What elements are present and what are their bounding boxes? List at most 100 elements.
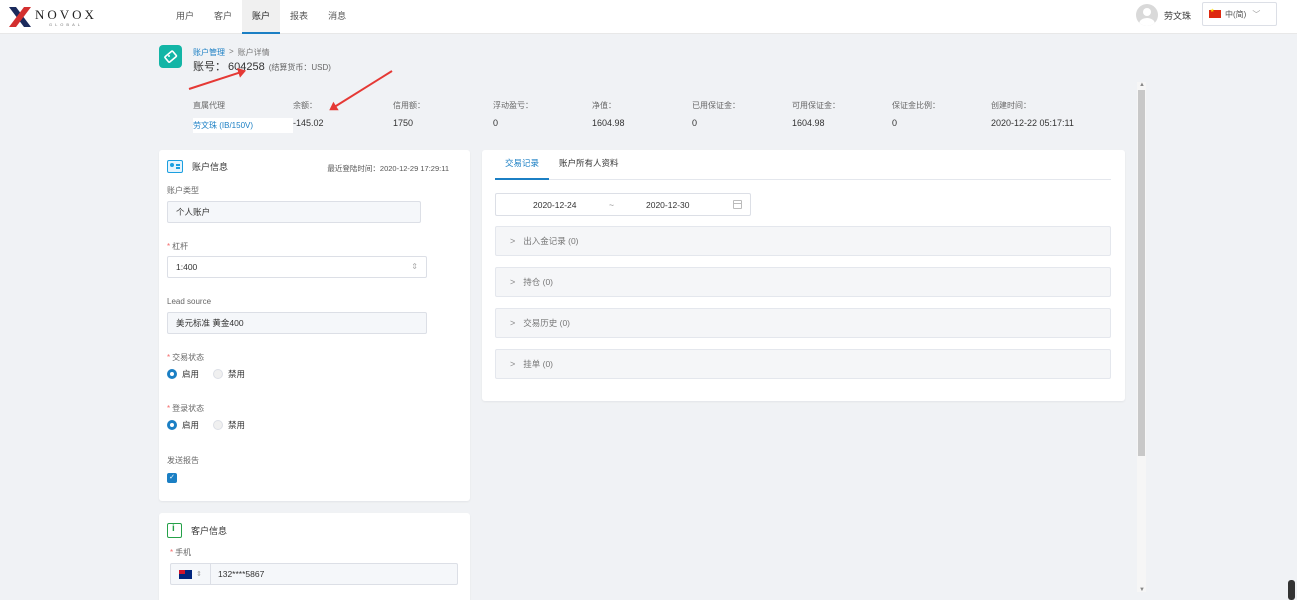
leverage-value: 1:400 [176, 262, 198, 272]
login-status-enable-label[interactable]: 启用 [182, 419, 199, 431]
avatar[interactable] [1136, 4, 1158, 26]
collapse-title: 持仓 (0) [523, 277, 554, 287]
chevron-right-icon: > [510, 359, 516, 369]
trade-status-label: * 交易状态 [167, 353, 205, 362]
stat-label-agent: 直属代理 [193, 101, 225, 110]
stat-value-margin-level: 0 [892, 118, 898, 128]
collapse-pending-orders[interactable]: > 挂单 (0) [495, 349, 1111, 379]
stat-label-used-margin: 已用保证金： [692, 101, 740, 110]
tab-account-owner-info[interactable]: 账户所有人资料 [549, 150, 629, 180]
trade-status-enable-label[interactable]: 启用 [182, 368, 199, 380]
collapse-title: 出入金记录 (0) [523, 236, 579, 246]
stat-label-free-margin: 可用保证金： [792, 101, 840, 110]
date-start[interactable]: 2020-12-24 [533, 200, 576, 210]
collapse-title: 挂单 (0) [523, 359, 554, 369]
stat-value-created: 2020-12-22 05:17:11 [991, 118, 1074, 128]
account-label: 账号： [193, 61, 226, 73]
stat-label-created: 创建时间： [991, 101, 1031, 110]
trade-status-disable-radio[interactable] [213, 369, 224, 379]
login-status-label: * 登录状态 [167, 404, 205, 413]
logo-subtext: GLOBAL [48, 21, 83, 27]
trade-status-radio-group: 启用 禁用 [167, 368, 259, 380]
currency-note: (结算货币：USD) [268, 63, 331, 72]
scroll-down-icon[interactable]: ▼ [1139, 587, 1145, 593]
language-label: 中(简) [1225, 9, 1247, 19]
language-select[interactable]: 中(简) ﹀ [1202, 2, 1277, 26]
records-panel: 交易记录 账户所有人资料 2020-12-24 ~ 2020-12-30 > 出… [482, 150, 1125, 401]
account-tag-icon [159, 45, 182, 68]
menu-item-accounts[interactable]: 账户 [242, 0, 281, 34]
chevron-right-icon: > [510, 236, 516, 246]
login-status-radio-group: 启用 禁用 [167, 419, 259, 431]
phone-label: * 手机 [170, 548, 192, 557]
user-name[interactable]: 劳文珠 [1164, 9, 1191, 22]
page-title: 账号： 604258 (结算货币：USD) [193, 58, 331, 74]
user-menu[interactable]: 劳文珠 [1136, 4, 1191, 26]
login-status-enable-radio[interactable] [167, 420, 177, 430]
annotation-arrow [330, 70, 393, 111]
stat-value-equity: 1604.98 [592, 118, 625, 128]
last-login-time: 最近登陆时间：2020-12-29 17:29:11 [327, 164, 449, 173]
trade-status-disable-label[interactable]: 禁用 [228, 368, 245, 380]
chevron-down-icon: ﹀ [1252, 9, 1261, 19]
main-menu: 用户 客户 账户 报表 消息 [166, 0, 356, 34]
trade-status-enable-radio[interactable] [167, 369, 177, 379]
menu-item-messages[interactable]: 消息 [318, 0, 356, 34]
calendar-icon[interactable] [733, 200, 742, 209]
date-separator: ~ [609, 199, 614, 210]
country-code-select[interactable]: ⇕ [171, 564, 211, 584]
account-info-panel: 账户信息 最近登陆时间：2020-12-29 17:29:11 账户类型 个人账… [159, 150, 470, 501]
send-report-checkbox[interactable]: ✓ [167, 473, 177, 483]
breadcrumb-separator: > [229, 47, 234, 56]
scroll-up-icon[interactable]: ▲ [1139, 82, 1145, 88]
australia-flag-icon [179, 569, 193, 579]
leverage-label: * 杠杆 [167, 242, 189, 251]
stat-value-credit: 1750 [393, 118, 414, 128]
breadcrumb-account-management[interactable]: 账户管理 [193, 47, 225, 58]
menu-item-clients[interactable]: 客户 [204, 0, 242, 34]
top-navbar: NOVOX GLOBAL 用户 客户 账户 报表 消息 劳文珠 中(简) ﹀ [0, 0, 1297, 34]
send-report-label: 发送报告 [167, 456, 199, 465]
breadcrumb: 账户管理 > 账户详情 [193, 47, 270, 58]
breadcrumb-account-detail: 账户详情 [237, 48, 270, 57]
info-icon [167, 523, 182, 538]
id-card-icon [167, 160, 183, 173]
stat-value-used-margin: 0 [692, 118, 698, 128]
collapse-title: 交易历史 (0) [523, 318, 571, 328]
menu-item-reports[interactable]: 报表 [280, 0, 318, 34]
date-end[interactable]: 2020-12-30 [646, 200, 689, 210]
date-range-picker[interactable]: 2020-12-24 ~ 2020-12-30 [495, 193, 751, 216]
login-status-disable-radio[interactable] [213, 420, 224, 430]
stat-label-margin-level: 保证金比例： [892, 101, 940, 110]
collapse-deposit-withdrawal[interactable]: > 出入金记录 (0) [495, 226, 1111, 256]
scrollbar-thumb[interactable] [1138, 90, 1145, 456]
lead-source-label: Lead source [167, 297, 212, 306]
novox-logo[interactable]: NOVOX GLOBAL [8, 5, 97, 29]
stat-value-agent[interactable]: 劳文珠 (IB/150V) [193, 118, 293, 133]
vertical-scrollbar[interactable]: ▲ ▼ [1137, 82, 1146, 593]
stat-label-floating-pl: 浮动盈亏： [493, 101, 533, 110]
stat-value-floating-pl: 0 [493, 118, 499, 128]
stat-value-free-margin: 1604.98 [792, 118, 825, 128]
account-type-label: 账户类型 [167, 186, 199, 195]
stat-label-equity: 净值： [592, 101, 616, 110]
phone-field: ⇕ 132****5867 [170, 563, 458, 585]
tab-trade-records[interactable]: 交易记录 [495, 150, 550, 180]
stat-value-balance: -145.02 [293, 118, 324, 128]
collapse-positions[interactable]: > 持仓 (0) [495, 267, 1111, 297]
client-info-panel: 客户信息 *手机 ⇕ 132****5867 [159, 513, 470, 600]
menu-item-users[interactable]: 用户 [166, 0, 204, 34]
lead-source-field: 美元标准 黄金400 [167, 312, 427, 334]
chevron-right-icon: > [510, 318, 516, 328]
account-info-title: 账户信息 [192, 162, 229, 172]
collapse-trade-history[interactable]: > 交易历史 (0) [495, 308, 1111, 338]
client-info-title: 客户信息 [191, 526, 228, 536]
login-status-disable-label[interactable]: 禁用 [228, 419, 245, 431]
logo-text: NOVOX [35, 6, 97, 22]
leverage-select[interactable]: 1:400 ⇕ [167, 256, 427, 278]
select-arrows-icon: ⇕ [196, 571, 202, 578]
select-arrows-icon: ⇕ [411, 262, 418, 271]
window-scrollbar-thumb[interactable] [1288, 580, 1295, 600]
records-tabs: 交易记录 账户所有人资料 [495, 150, 1111, 180]
novox-x-icon [8, 6, 32, 28]
